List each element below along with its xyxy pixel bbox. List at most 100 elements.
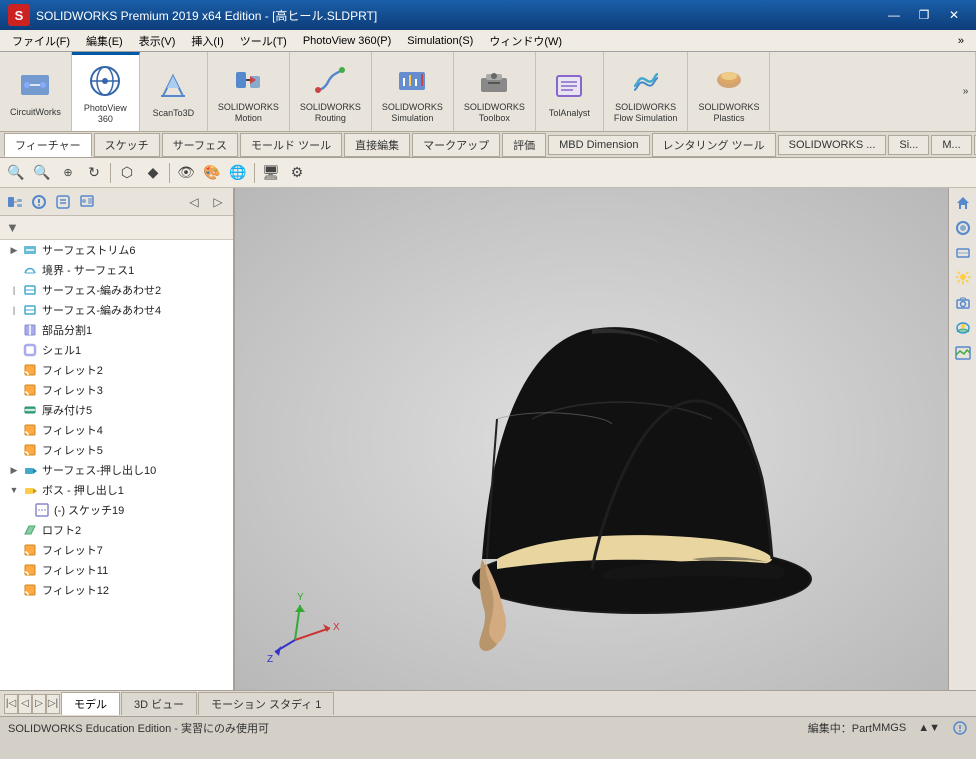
feature-tree[interactable]: ▶ サーフェストリム6 境界 - サーフェス1 | サーフェス-編みあわせ2 <box>0 240 233 690</box>
tab-sw2[interactable]: Si... <box>888 135 929 155</box>
tab-photoview360[interactable]: PhotoView360 <box>72 52 140 131</box>
display-manager-tab[interactable] <box>76 191 98 213</box>
tree-item-8[interactable]: 厚み付け5 <box>0 400 233 420</box>
tab-nav-last[interactable]: ▷| <box>46 694 60 714</box>
tab-mbd[interactable]: MBD Dimension <box>548 135 649 155</box>
expander-8[interactable] <box>8 404 20 416</box>
tab-sw1[interactable]: SOLIDWORKS ... <box>778 135 887 155</box>
expander-1[interactable] <box>8 264 20 276</box>
tree-item-7[interactable]: フィレット3 <box>0 380 233 400</box>
view-button[interactable]: 🖥 <box>259 161 283 185</box>
tab-scanto3d[interactable]: ScanTo3D <box>140 52 208 131</box>
tab-markup[interactable]: マークアップ <box>412 133 500 157</box>
section-view-button[interactable]: ⬡ <box>115 161 139 185</box>
zoom-fit-button[interactable]: ⊕ <box>56 161 80 185</box>
rp-decals-button[interactable] <box>952 242 974 264</box>
expander-14[interactable] <box>8 524 20 536</box>
tab-nav-prev[interactable]: ◁ <box>18 694 32 714</box>
tab-mold[interactable]: モールド ツール <box>240 133 342 157</box>
zoom-region-button[interactable]: 🔍 <box>30 161 54 185</box>
rp-environment-button[interactable] <box>952 317 974 339</box>
view-settings-button[interactable]: ⚙ <box>285 161 309 185</box>
tree-item-11[interactable]: ▶ サーフェス-押し出し10 <box>0 460 233 480</box>
tab-evaluate[interactable]: 評価 <box>502 133 546 157</box>
expander-0[interactable]: ▶ <box>8 244 20 256</box>
ribbon-overflow[interactable]: » <box>956 52 976 131</box>
feature-tree-tab[interactable] <box>4 191 26 213</box>
config-tab[interactable] <box>52 191 74 213</box>
tree-item-3[interactable]: | サーフェス-編みあわせ4 <box>0 300 233 320</box>
expand-left[interactable]: ▷ <box>207 191 229 213</box>
tree-item-12[interactable]: ▼ ボス - 押し出し1 <box>0 480 233 500</box>
tab-sw-routing[interactable]: SOLIDWORKSRouting <box>290 52 372 131</box>
tree-item-1[interactable]: 境界 - サーフェス1 <box>0 260 233 280</box>
viewport[interactable]: X Y Z <box>235 188 948 690</box>
bottom-tab-model[interactable]: モデル <box>61 692 120 715</box>
menu-edit[interactable]: 編集(E) <box>78 31 131 51</box>
tab-rendering[interactable]: レンタリング ツール <box>652 133 776 157</box>
expander-9[interactable] <box>8 424 20 436</box>
expander-5[interactable] <box>8 344 20 356</box>
bottom-tab-motion[interactable]: モーション スタディ 1 <box>198 692 334 715</box>
tree-item-9[interactable]: フィレット4 <box>0 420 233 440</box>
tree-item-2[interactable]: | サーフェス-編みあわせ2 <box>0 280 233 300</box>
rp-appearances-button[interactable] <box>952 217 974 239</box>
menu-view[interactable]: 表示(V) <box>131 31 184 51</box>
expander-13[interactable] <box>20 504 32 516</box>
units-arrows[interactable]: ▲▼ <box>918 722 940 734</box>
tab-sw-flow[interactable]: SOLIDWORKSFlow Simulation <box>604 52 689 131</box>
menu-window[interactable]: ウィンドウ(W) <box>481 31 570 51</box>
menu-file[interactable]: ファイル(F) <box>4 31 78 51</box>
display-style-button[interactable]: ◆ <box>141 161 165 185</box>
tab-tolanalyst[interactable]: TolAnalyst <box>536 52 604 131</box>
tab-sw-motion[interactable]: SOLIDWORKSMotion <box>208 52 290 131</box>
tree-item-16[interactable]: フィレット11 <box>0 560 233 580</box>
menu-overflow[interactable]: » <box>950 33 972 49</box>
expander-12[interactable]: ▼ <box>8 484 20 496</box>
expander-4[interactable] <box>8 324 20 336</box>
tab-sketch[interactable]: スケッチ <box>94 133 160 157</box>
tab-direct-edit[interactable]: 直接編集 <box>344 133 410 157</box>
tree-item-6[interactable]: フィレット2 <box>0 360 233 380</box>
close-button[interactable]: ✕ <box>940 4 968 26</box>
tab-sw-plastics[interactable]: SOLIDWORKSPlastics <box>688 52 770 131</box>
expander-10[interactable] <box>8 444 20 456</box>
expander-7[interactable] <box>8 384 20 396</box>
bottom-tab-3dview[interactable]: 3D ビュー <box>121 692 197 715</box>
menu-photoview[interactable]: PhotoView 360(P) <box>295 33 399 49</box>
search-tool-button[interactable]: 🔍 <box>4 161 28 185</box>
expander-3[interactable]: | <box>8 304 20 316</box>
tree-item-15[interactable]: フィレット7 <box>0 540 233 560</box>
tab-sw-simulation[interactable]: SOLIDWORKSSimulation <box>372 52 454 131</box>
expander-11[interactable]: ▶ <box>8 464 20 476</box>
property-tab[interactable] <box>28 191 50 213</box>
appearance-button[interactable]: 🎨 <box>200 161 224 185</box>
minimize-button[interactable]: — <box>880 4 908 26</box>
tree-item-13[interactable]: (-) スケッチ19 <box>0 500 233 520</box>
menu-insert[interactable]: 挿入(I) <box>183 31 231 51</box>
restore-button[interactable]: ❐ <box>910 4 938 26</box>
scenes-button[interactable]: 🌐 <box>226 161 250 185</box>
rp-scene-button[interactable] <box>952 342 974 364</box>
rp-lights-button[interactable] <box>952 267 974 289</box>
expander-17[interactable] <box>8 584 20 596</box>
rp-camera-button[interactable] <box>952 292 974 314</box>
tab-surface[interactable]: サーフェス <box>162 133 238 157</box>
tree-item-10[interactable]: フィレット5 <box>0 440 233 460</box>
tree-item-0[interactable]: ▶ サーフェストリム6 <box>0 240 233 260</box>
menu-simulation[interactable]: Simulation(S) <box>399 33 481 49</box>
tree-item-4[interactable]: 部品分割1 <box>0 320 233 340</box>
expander-16[interactable] <box>8 564 20 576</box>
tree-item-14[interactable]: ロフト2 <box>0 520 233 540</box>
hide-show-button[interactable]: 👁 <box>174 161 198 185</box>
tree-item-5[interactable]: シェル1 <box>0 340 233 360</box>
tab-sw-toolbox[interactable]: SOLIDWORKSToolbox <box>454 52 536 131</box>
tab-circuitworks[interactable]: CircuitWorks <box>0 52 72 131</box>
tab-nav-first[interactable]: |◁ <box>4 694 18 714</box>
expander-6[interactable] <box>8 364 20 376</box>
rotate-button[interactable]: ↻ <box>82 161 106 185</box>
collapse-left[interactable]: ◁ <box>183 191 205 213</box>
tree-item-17[interactable]: フィレット12 <box>0 580 233 600</box>
tab-sw3[interactable]: M... <box>931 135 971 155</box>
rp-home-button[interactable] <box>952 192 974 214</box>
